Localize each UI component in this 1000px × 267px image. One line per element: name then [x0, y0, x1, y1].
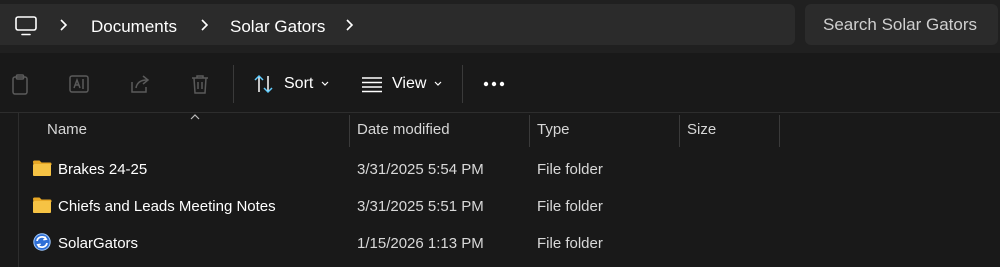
view-icon: [362, 77, 382, 93]
folder-icon: [33, 160, 52, 176]
row-type: File folder: [537, 235, 603, 252]
view-label: View: [392, 75, 427, 92]
row-date-modified: 3/31/2025 5:54 PM: [357, 161, 484, 178]
rename-icon[interactable]: [68, 73, 90, 95]
row-type: File folder: [537, 198, 603, 215]
sort-icon: [254, 74, 273, 94]
paste-icon[interactable]: [9, 73, 31, 95]
toolbar-divider: [233, 65, 234, 103]
chevron-down-icon: [321, 81, 329, 86]
row-type: File folder: [537, 161, 603, 178]
sync-folder-icon: [33, 233, 51, 251]
column-header-date-modified[interactable]: Date modified: [357, 121, 450, 138]
sort-ascending-icon: [190, 114, 200, 120]
more-options-icon[interactable]: [482, 81, 506, 87]
chevron-right-icon[interactable]: [199, 17, 211, 33]
toolbar-divider: [462, 65, 463, 103]
row-name: SolarGators: [58, 235, 139, 252]
breadcrumb-documents[interactable]: Documents: [91, 17, 177, 37]
file-list-row[interactable]: SolarGators 1/15/2026 1:13 PM File folde…: [19, 225, 1000, 261]
row-date-modified: 3/31/2025 5:51 PM: [357, 198, 484, 215]
file-list-row[interactable]: Brakes 24-25 3/31/2025 5:54 PM File fold…: [19, 151, 1000, 187]
column-divider[interactable]: [529, 115, 530, 147]
chevron-down-icon: [434, 81, 442, 86]
chevron-right-icon[interactable]: [344, 17, 356, 33]
column-header-size[interactable]: Size: [687, 121, 716, 138]
address-bar-row: Documents Solar Gators Search Solar Gato…: [0, 0, 1000, 53]
chevron-right-icon[interactable]: [58, 17, 70, 33]
folder-icon: [33, 197, 52, 213]
column-divider[interactable]: [349, 115, 350, 147]
file-list-row[interactable]: Chiefs and Leads Meeting Notes 3/31/2025…: [19, 188, 1000, 224]
row-name: Brakes 24-25: [58, 161, 148, 178]
sort-label: Sort: [284, 75, 314, 92]
column-divider[interactable]: [679, 115, 680, 147]
column-header-name[interactable]: Name: [47, 121, 87, 138]
column-header-type[interactable]: Type: [537, 121, 570, 138]
search-placeholder: Search Solar Gators: [823, 15, 978, 34]
this-pc-icon[interactable]: [14, 15, 38, 37]
row-date-modified: 1/15/2026 1:13 PM: [357, 235, 484, 252]
delete-icon[interactable]: [189, 73, 211, 95]
view-button[interactable]: View: [361, 71, 443, 97]
column-header-row: Name Date modified Type Size: [0, 113, 1000, 147]
address-bar[interactable]: Documents Solar Gators: [0, 4, 795, 45]
search-input[interactable]: Search Solar Gators: [805, 4, 998, 45]
row-name: Chiefs and Leads Meeting Notes: [58, 198, 276, 215]
sort-button[interactable]: Sort: [253, 71, 330, 97]
breadcrumb-solar-gators[interactable]: Solar Gators: [230, 17, 325, 37]
command-bar: Sort View: [0, 53, 1000, 113]
share-icon[interactable]: [129, 73, 151, 95]
column-divider[interactable]: [779, 115, 780, 147]
